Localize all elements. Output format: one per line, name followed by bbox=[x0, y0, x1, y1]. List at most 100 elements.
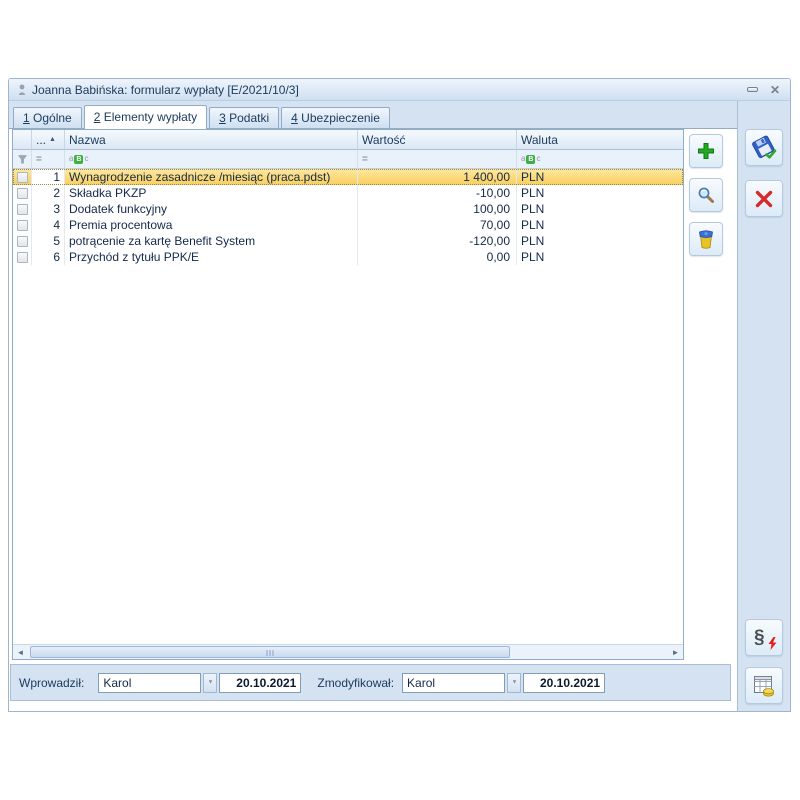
tab-ubezpieczenie[interactable]: 4 Ubezpieczenie bbox=[281, 107, 390, 128]
row-checkbox[interactable] bbox=[17, 252, 28, 263]
header-currency-label: Waluta bbox=[521, 133, 558, 147]
grid-header-row: ... ▲ Nazwa Wartość Waluta bbox=[13, 130, 683, 150]
table-row[interactable]: 4Premia procentowa70,00PLN bbox=[13, 217, 683, 233]
row-select-cell[interactable] bbox=[13, 201, 32, 217]
modified-by-dropdown[interactable]: ▼ bbox=[507, 673, 521, 693]
table-row[interactable]: 1Wynagrodzenie zasadnicze /miesiąc (prac… bbox=[13, 169, 683, 185]
row-number[interactable]: 4 bbox=[32, 217, 65, 233]
row-checkbox[interactable] bbox=[17, 188, 28, 199]
modified-by-label: Zmodyfikował: bbox=[317, 676, 394, 690]
payroll-list-button[interactable] bbox=[745, 667, 783, 704]
row-select-cell[interactable] bbox=[13, 185, 32, 201]
abc-a: a bbox=[521, 155, 525, 163]
abc-a: a bbox=[69, 155, 73, 163]
row-select-cell[interactable] bbox=[13, 217, 32, 233]
scroll-left-icon[interactable]: ◄ bbox=[13, 645, 28, 659]
table-row[interactable]: 2Składka PKZP-10,00PLN bbox=[13, 185, 683, 201]
filter-ordinal-cell[interactable]: = bbox=[32, 150, 65, 169]
filter-selector-cell[interactable] bbox=[13, 150, 32, 169]
scroll-right-icon[interactable]: ► bbox=[668, 645, 683, 659]
close-icon[interactable]: ✕ bbox=[770, 84, 780, 96]
tab-podatki[interactable]: 3 Podatki bbox=[209, 107, 279, 128]
tab-bar: 1 Ogólne2 Elementy wypłaty3 Podatki4 Ube… bbox=[9, 101, 737, 129]
row-currency[interactable]: PLN bbox=[517, 233, 683, 249]
row-value[interactable]: 100,00 bbox=[358, 201, 517, 217]
save-button[interactable] bbox=[745, 129, 783, 166]
header-value-label: Wartość bbox=[362, 133, 406, 147]
chevron-down-icon: ▼ bbox=[208, 680, 214, 686]
row-value[interactable]: -120,00 bbox=[358, 233, 517, 249]
row-value[interactable]: -10,00 bbox=[358, 185, 517, 201]
tab-elementy-wyplaty[interactable]: 2 Elementy wypłaty bbox=[84, 105, 207, 129]
window-title: Joanna Babińska: formularz wypłaty [E/20… bbox=[32, 83, 747, 97]
grid-body: 1Wynagrodzenie zasadnicze /miesiąc (prac… bbox=[13, 169, 683, 644]
row-select-cell[interactable] bbox=[13, 233, 32, 249]
abc-b: B bbox=[526, 155, 535, 164]
row-number[interactable]: 6 bbox=[32, 249, 65, 265]
tab-ogolne[interactable]: 1 Ogólne bbox=[13, 107, 82, 128]
grid-coins-icon bbox=[753, 675, 775, 697]
magnifier-icon bbox=[697, 186, 715, 204]
row-name[interactable]: Premia procentowa bbox=[65, 217, 358, 233]
legal-basis-button[interactable]: § bbox=[745, 619, 783, 656]
header-selector[interactable] bbox=[13, 130, 32, 150]
scrollbar-grip-icon bbox=[267, 650, 274, 656]
row-number[interactable]: 2 bbox=[32, 185, 65, 201]
filter-currency-cell[interactable]: a B c bbox=[517, 150, 683, 169]
row-name[interactable]: Wynagrodzenie zasadnicze /miesiąc (praca… bbox=[65, 169, 358, 185]
form-icon bbox=[17, 84, 27, 96]
entered-by-field[interactable]: Karol bbox=[98, 673, 201, 693]
sort-asc-icon: ▲ bbox=[49, 136, 56, 143]
pay-elements-grid: ... ▲ Nazwa Wartość Waluta bbox=[12, 129, 684, 660]
header-value[interactable]: Wartość bbox=[358, 130, 517, 150]
row-select-cell[interactable] bbox=[13, 169, 32, 185]
cancel-button[interactable] bbox=[745, 180, 783, 217]
minimize-icon[interactable] bbox=[747, 87, 758, 92]
cancel-x-icon bbox=[754, 189, 774, 209]
table-row[interactable]: 6Przychód z tytułu PPK/E0,00PLN bbox=[13, 249, 683, 265]
filter-value-cell[interactable]: = bbox=[358, 150, 517, 169]
paragraph-icon: § bbox=[754, 627, 765, 648]
row-name[interactable]: Składka PKZP bbox=[65, 185, 358, 201]
header-ordinal[interactable]: ... ▲ bbox=[32, 130, 65, 150]
row-value[interactable]: 0,00 bbox=[358, 249, 517, 265]
row-number[interactable]: 1 bbox=[32, 169, 65, 185]
row-select-cell[interactable] bbox=[13, 249, 32, 265]
row-currency[interactable]: PLN bbox=[517, 201, 683, 217]
equals-operator-icon: = bbox=[362, 154, 368, 165]
row-value[interactable]: 1 400,00 bbox=[358, 169, 517, 185]
row-checkbox[interactable] bbox=[17, 172, 28, 183]
header-name[interactable]: Nazwa bbox=[65, 130, 358, 150]
table-row[interactable]: 3Dodatek funkcyjny100,00PLN bbox=[13, 201, 683, 217]
row-number[interactable]: 3 bbox=[32, 201, 65, 217]
add-element-button[interactable] bbox=[689, 134, 723, 168]
row-name[interactable]: potrącenie za kartę Benefit System bbox=[65, 233, 358, 249]
row-checkbox[interactable] bbox=[17, 236, 28, 247]
entered-date-field[interactable]: 20.10.2021 bbox=[219, 673, 301, 693]
row-currency[interactable]: PLN bbox=[517, 169, 683, 185]
edit-element-button[interactable] bbox=[689, 178, 723, 212]
modified-date-field[interactable]: 20.10.2021 bbox=[523, 673, 605, 693]
row-checkbox[interactable] bbox=[17, 220, 28, 231]
delete-element-button[interactable] bbox=[689, 222, 723, 256]
row-currency[interactable]: PLN bbox=[517, 217, 683, 233]
row-checkbox[interactable] bbox=[17, 204, 28, 215]
header-name-label: Nazwa bbox=[69, 133, 106, 147]
horizontal-scrollbar[interactable]: ◄ ► bbox=[13, 644, 683, 659]
row-name[interactable]: Dodatek funkcyjny bbox=[65, 201, 358, 217]
row-value[interactable]: 70,00 bbox=[358, 217, 517, 233]
equals-operator-icon: = bbox=[36, 154, 42, 165]
row-name[interactable]: Przychód z tytułu PPK/E bbox=[65, 249, 358, 265]
table-row[interactable]: 5potrącenie za kartę Benefit System-120,… bbox=[13, 233, 683, 249]
header-currency[interactable]: Waluta bbox=[517, 130, 683, 150]
scrollbar-thumb[interactable] bbox=[30, 646, 510, 658]
row-currency[interactable]: PLN bbox=[517, 185, 683, 201]
row-number[interactable]: 5 bbox=[32, 233, 65, 249]
row-currency[interactable]: PLN bbox=[517, 249, 683, 265]
trash-bucket-icon bbox=[697, 229, 715, 249]
entered-by-dropdown[interactable]: ▼ bbox=[203, 673, 217, 693]
modified-by-field[interactable]: Karol bbox=[402, 673, 505, 693]
filter-name-cell[interactable]: a B c bbox=[65, 150, 358, 169]
form-action-strip: § bbox=[737, 101, 790, 712]
scrollbar-track[interactable] bbox=[28, 645, 668, 659]
